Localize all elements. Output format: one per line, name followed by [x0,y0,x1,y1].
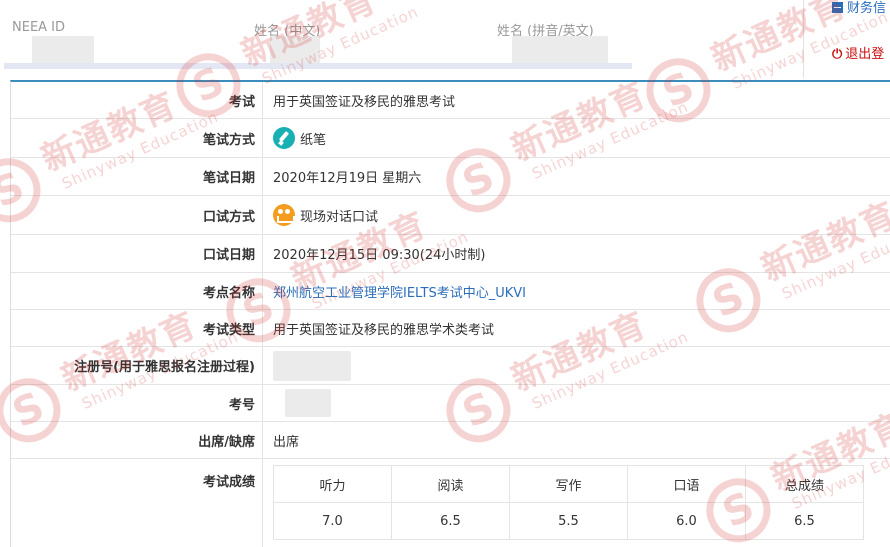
row-label: 笔试日期 [11,158,263,195]
row-candidate-number: 考号 [11,385,890,422]
row-value: 用于英国签证及移民的雅思考试 [273,94,456,110]
name-en-value-redacted [512,36,608,66]
score-header: 总成绩 [745,465,864,503]
neea-id-value-redacted [32,36,94,66]
pencil-icon [273,127,295,149]
minus-square-icon [832,2,843,13]
score-value-row: 7.0 6.5 5.5 6.0 6.5 [273,502,864,540]
logout-link[interactable]: ⏻ 退出登 [832,43,884,62]
name-cn-value-redacted [270,36,320,66]
score-writing: 5.5 [509,502,628,540]
row-scores: 考试成绩 听力 阅读 写作 口语 总成绩 7.0 6.5 5.5 6.0 6.5 [11,459,890,547]
score-header-row: 听力 阅读 写作 口语 总成绩 [273,465,864,503]
test-center-link[interactable]: 郑州航空工业管理学院IELTS考试中心_UKVI [273,282,526,301]
row-label: 考试成绩 [11,459,263,547]
candidate-number-redacted [285,389,331,417]
score-header: 写作 [509,465,628,503]
row-value: 2020年12月19日 星期六 [273,171,422,186]
row-value: 出席 [273,434,300,450]
exam-detail-panel: 考试 用于英国签证及移民的雅思考试 笔试方式 纸笔 笔试日期 2020年12月1… [10,80,890,547]
row-speaking-mode: 口试方式 现场对话口试 [11,196,890,235]
side-action-panel: 财务信 ⏻ 退出登 [803,0,890,78]
row-value: 纸笔 [300,132,327,148]
row-exam-type: 考试类型 用于英国签证及移民的雅思学术类考试 [11,310,890,347]
score-header: 听力 [273,465,392,503]
row-written-date: 笔试日期 2020年12月19日 星期六 [11,158,890,196]
row-exam: 考试 用于英国签证及移民的雅思考试 [11,82,890,119]
score-speaking: 6.0 [627,502,746,540]
row-label: 注册号(用于雅思报名注册过程) [11,347,263,384]
logout-label: 退出登 [845,47,885,62]
score-reading: 6.5 [391,502,510,540]
row-value: 现场对话口试 [300,209,379,225]
row-registration-number: 注册号(用于雅思报名注册过程) [11,347,890,385]
row-label: 口试方式 [11,196,263,234]
row-speaking-date: 口试日期 2020年12月15日 09:30(24小时制) [11,235,890,273]
row-written-mode: 笔试方式 纸笔 [11,119,890,158]
row-label: 考试 [11,82,263,118]
power-icon: ⏻ [832,47,843,62]
score-header: 阅读 [391,465,510,503]
row-value: 2020年12月15日 09:30(24小时制) [273,248,486,263]
row-test-center: 考点名称 郑州航空工业管理学院IELTS考试中心_UKVI [11,273,890,310]
registration-number-redacted [273,350,351,381]
score-table: 听力 阅读 写作 口语 总成绩 7.0 6.5 5.5 6.0 6.5 [273,465,864,540]
score-listening: 7.0 [273,502,392,540]
score-overall: 6.5 [745,502,864,540]
neea-id-label: NEEA ID [12,20,66,35]
finance-link-label: 财务信 [847,1,887,16]
row-label: 考点名称 [11,273,263,309]
header-divider [4,63,632,69]
row-label: 笔试方式 [11,119,263,157]
row-label: 口试日期 [11,235,263,272]
score-header: 口语 [627,465,746,503]
row-value: 用于英国签证及移民的雅思学术类考试 [273,322,495,338]
row-label: 考号 [11,385,263,421]
row-attendance: 出席/缺席 出席 [11,422,890,459]
row-label: 考试类型 [11,310,263,346]
profile-header: NEEA ID 姓名 (中文) 姓名 (拼音/英文) 财务信 ⏻ 退出登 [0,0,890,80]
row-label: 出席/缺席 [11,422,263,458]
talk-icon [273,204,295,226]
finance-link[interactable]: 财务信 [832,0,886,16]
